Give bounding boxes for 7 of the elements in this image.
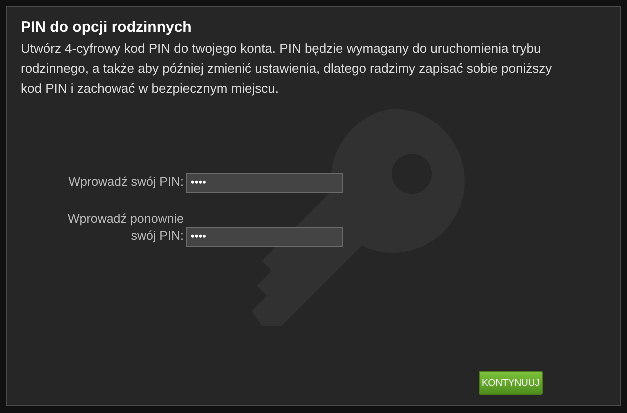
field-label: Wprowadź swój PIN: bbox=[68, 174, 184, 191]
field-label: Wprowadź ponownie swój PIN: bbox=[66, 211, 184, 245]
pin-field[interactable]: •••• bbox=[186, 173, 343, 193]
dialog-title: PIN do opcji rodzinnych bbox=[21, 18, 193, 38]
description-text: Utwórz 4-cyfrowy kod PIN do twojego konta. PIN będzie wymagany do uruchomienia trybu rodzinnego, a także aby później zmienić ustawienia, dlatego radzimy zapisać sobie poniższy kod PIN i zachować w bezpiecznym miejscu. bbox=[21, 40, 554, 98]
key-icon bbox=[252, 109, 468, 327]
pin-field[interactable]: •••• bbox=[186, 227, 343, 247]
